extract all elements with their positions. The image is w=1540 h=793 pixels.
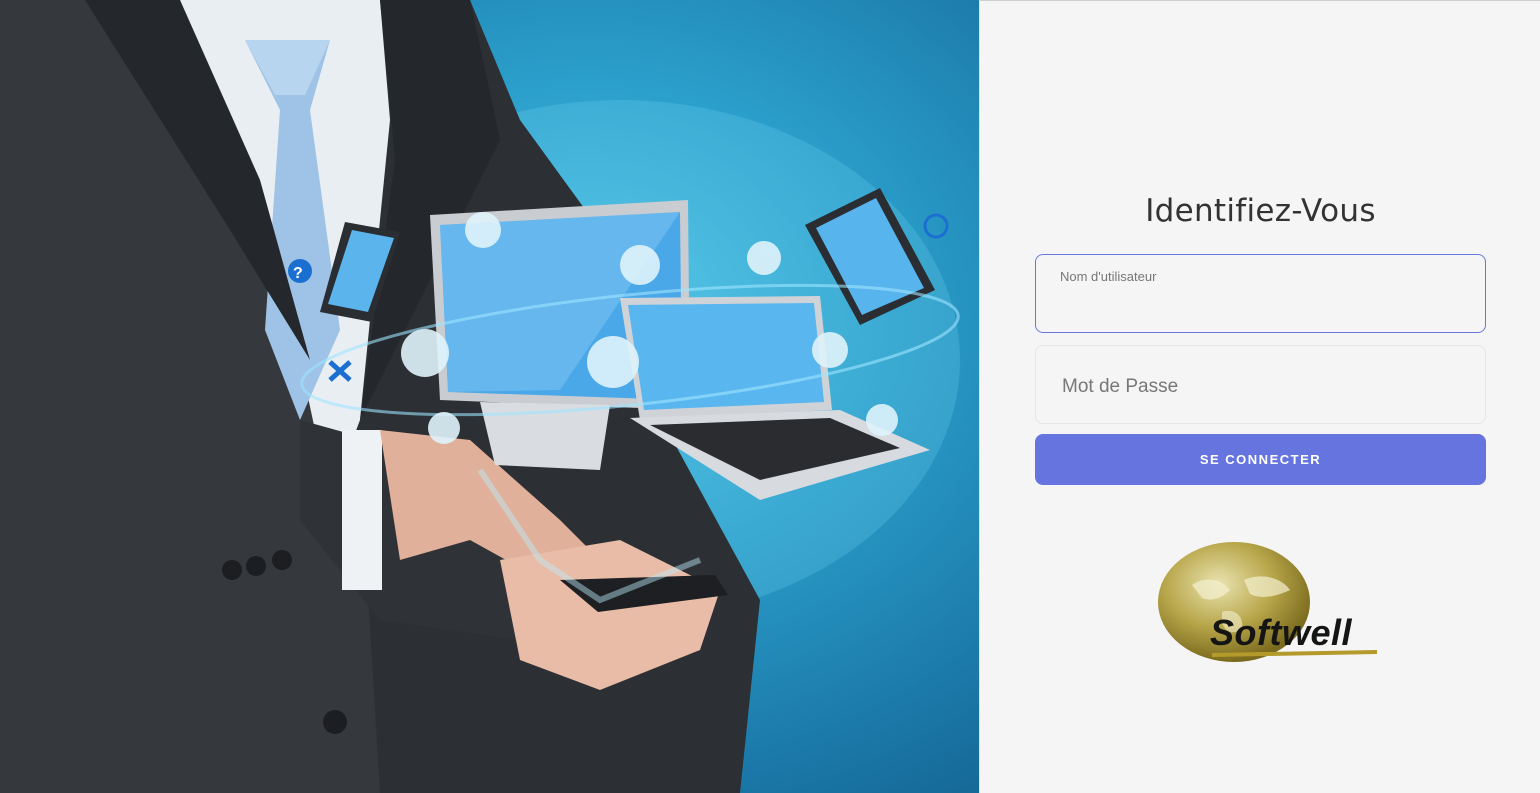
- svg-text:?: ?: [293, 265, 303, 282]
- logo-text: Softwell: [1210, 612, 1353, 653]
- username-input[interactable]: [1060, 290, 1461, 320]
- page-title: Identifiez-Vous: [1145, 192, 1376, 229]
- username-label: Nom d'utilisateur: [1060, 269, 1157, 284]
- password-field[interactable]: [1035, 345, 1486, 424]
- username-field[interactable]: Nom d'utilisateur: [1035, 254, 1486, 333]
- top-border: [980, 0, 1540, 1]
- businessman-devices-illustration: ?: [0, 0, 960, 793]
- password-input[interactable]: [1060, 368, 1461, 406]
- panel-divider: [979, 0, 980, 793]
- hero-image: ?: [0, 0, 979, 793]
- login-button[interactable]: SE CONNECTER: [1035, 434, 1486, 485]
- softwell-logo: Softwell: [1152, 540, 1382, 665]
